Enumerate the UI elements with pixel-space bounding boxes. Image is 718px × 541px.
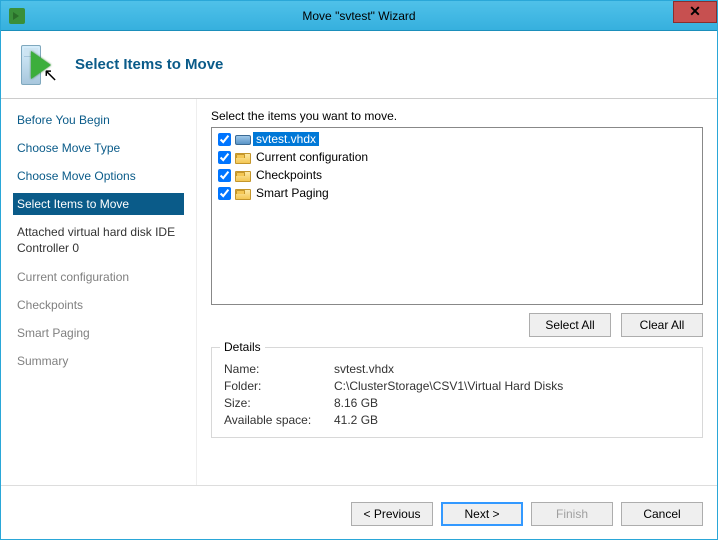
- window-title: Move "svtest" Wizard: [1, 9, 717, 23]
- folder-icon: [235, 189, 251, 200]
- select-all-button[interactable]: Select All: [529, 313, 611, 337]
- previous-button[interactable]: < Previous: [351, 502, 433, 526]
- sidebar-item-smart-paging: Smart Paging: [13, 322, 184, 344]
- wizard-sidebar: Before You Begin Choose Move Type Choose…: [1, 99, 197, 485]
- detail-name-value: svtest.vhdx: [334, 362, 690, 376]
- sidebar-item-attached-vhd[interactable]: Attached virtual hard disk IDE Controlle…: [13, 221, 184, 260]
- cancel-button[interactable]: Cancel: [621, 502, 703, 526]
- folder-icon: [235, 153, 251, 164]
- item-label: Current configuration: [253, 150, 371, 164]
- detail-folder-label: Folder:: [224, 379, 334, 393]
- wizard-header: ↖ Select Items to Move: [1, 31, 717, 99]
- sidebar-item-checkpoints: Checkpoints: [13, 294, 184, 316]
- list-item[interactable]: Checkpoints: [214, 166, 700, 184]
- clear-all-button[interactable]: Clear All: [621, 313, 703, 337]
- sidebar-item-choose-move-options[interactable]: Choose Move Options: [13, 165, 184, 187]
- details-groupbox: Details Name: svtest.vhdx Folder: C:\Clu…: [211, 347, 703, 438]
- sidebar-item-summary: Summary: [13, 350, 184, 372]
- sidebar-item-select-items-to-move[interactable]: Select Items to Move: [13, 193, 184, 215]
- page-title: Select Items to Move: [75, 56, 223, 73]
- sidebar-item-choose-move-type[interactable]: Choose Move Type: [13, 137, 184, 159]
- list-button-bar: Select All Clear All: [211, 313, 703, 337]
- next-button[interactable]: Next >: [441, 502, 523, 526]
- cursor-icon: ↖: [43, 65, 58, 86]
- detail-name-label: Name:: [224, 362, 334, 376]
- wizard-header-icon: ↖: [15, 41, 63, 89]
- detail-size-value: 8.16 GB: [334, 396, 690, 410]
- finish-button: Finish: [531, 502, 613, 526]
- item-label: Checkpoints: [253, 168, 325, 182]
- item-label: Smart Paging: [253, 186, 332, 200]
- item-checkbox[interactable]: [218, 151, 231, 164]
- details-legend: Details: [220, 340, 265, 354]
- wizard-footer: < Previous Next > Finish Cancel: [1, 485, 717, 541]
- wizard-body: Before You Begin Choose Move Type Choose…: [1, 99, 717, 485]
- disk-icon: [235, 135, 251, 145]
- wizard-main: Select the items you want to move. svtes…: [197, 99, 717, 485]
- instruction-text: Select the items you want to move.: [211, 109, 703, 123]
- detail-avail-label: Available space:: [224, 413, 334, 427]
- item-checkbox[interactable]: [218, 169, 231, 182]
- items-listbox[interactable]: svtest.vhdx Current configuration Checkp…: [211, 127, 703, 305]
- details-grid: Name: svtest.vhdx Folder: C:\ClusterStor…: [224, 362, 690, 427]
- detail-folder-value: C:\ClusterStorage\CSV1\Virtual Hard Disk…: [334, 379, 690, 393]
- sidebar-item-before-you-begin[interactable]: Before You Begin: [13, 109, 184, 131]
- list-item[interactable]: svtest.vhdx: [214, 130, 700, 148]
- sidebar-item-current-configuration: Current configuration: [13, 266, 184, 288]
- detail-avail-value: 41.2 GB: [334, 413, 690, 427]
- item-checkbox[interactable]: [218, 187, 231, 200]
- item-label: svtest.vhdx: [253, 132, 319, 146]
- detail-size-label: Size:: [224, 396, 334, 410]
- titlebar: Move "svtest" Wizard ✕: [1, 1, 717, 31]
- folder-icon: [235, 171, 251, 182]
- item-checkbox[interactable]: [218, 133, 231, 146]
- list-item[interactable]: Current configuration: [214, 148, 700, 166]
- list-item[interactable]: Smart Paging: [214, 184, 700, 202]
